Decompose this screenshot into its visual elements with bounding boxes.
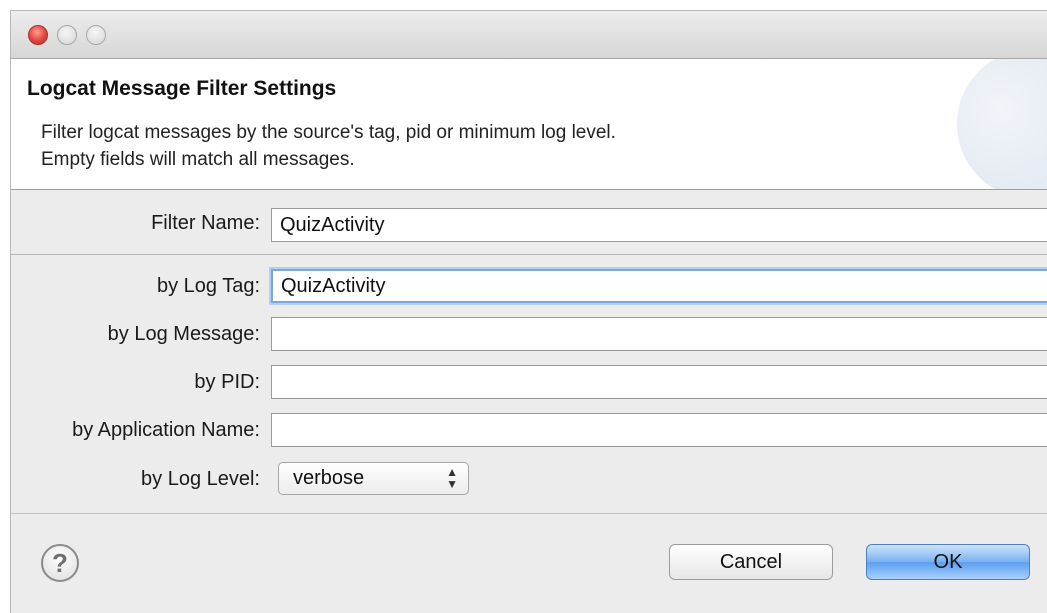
description-line-2: Empty fields will match all messages. [41, 149, 355, 170]
log-tag-input[interactable] [271, 269, 1047, 303]
description-line-1: Filter logcat messages by the source's t… [41, 122, 616, 143]
footer-separator [11, 513, 1047, 514]
dialog-title: Logcat Message Filter Settings [27, 77, 337, 100]
cancel-button[interactable]: Cancel [669, 544, 833, 580]
zoom-icon[interactable] [86, 25, 106, 45]
application-name-input[interactable] [271, 413, 1047, 447]
close-icon[interactable] [28, 25, 48, 45]
log-tag-label: by Log Tag: [156, 275, 260, 297]
minimize-icon[interactable] [57, 25, 77, 45]
dialog-description: Filter logcat messages by the source's t… [41, 119, 616, 173]
log-message-label: by Log Message: [107, 323, 260, 345]
filter-settings-dialog: Logcat Message Filter Settings Filter lo… [10, 10, 1047, 613]
log-level-value: verbose [293, 467, 365, 489]
form-divider [11, 254, 1047, 255]
application-name-label: by Application Name: [72, 419, 260, 441]
dialog-header: Logcat Message Filter Settings Filter lo… [11, 59, 1047, 190]
pid-input[interactable] [271, 365, 1047, 399]
header-decoration [957, 59, 1047, 189]
question-mark-icon[interactable]: ? [41, 544, 79, 582]
filter-name-input[interactable] [271, 208, 1047, 242]
ok-button[interactable]: OK [866, 544, 1030, 580]
log-level-select[interactable]: verbose ▲ ▼ [278, 462, 469, 495]
select-arrows-icon: ▲ ▼ [446, 465, 458, 491]
pid-label: by PID: [194, 371, 260, 393]
log-message-input[interactable] [271, 317, 1047, 351]
title-bar [11, 11, 1047, 59]
log-level-label: by Log Level: [141, 468, 260, 490]
filter-name-label: Filter Name: [151, 212, 260, 234]
